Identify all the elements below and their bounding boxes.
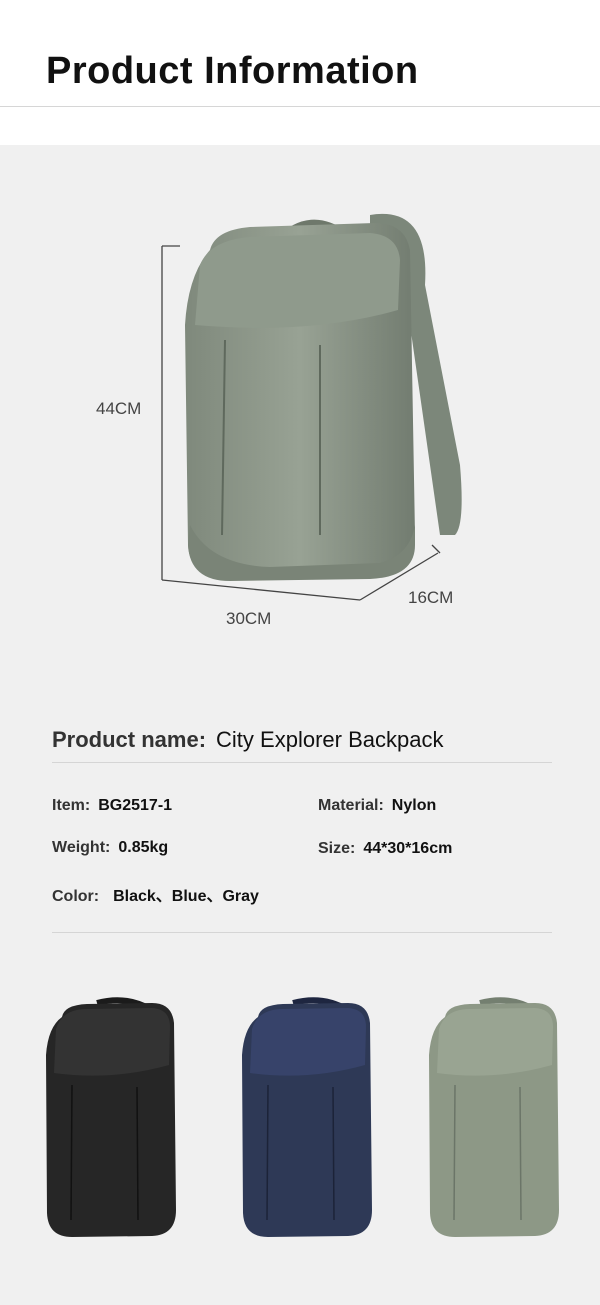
page-header: Product Information bbox=[0, 0, 600, 107]
color-value: Black、Blue、Gray bbox=[113, 888, 259, 905]
material-value: Nylon bbox=[391, 797, 437, 814]
item-label: Item: bbox=[52, 797, 91, 814]
weight-label: Weight: bbox=[52, 839, 111, 856]
weight-row: Weight: 0.85kg bbox=[52, 839, 168, 857]
header-band bbox=[0, 107, 600, 145]
divider bbox=[52, 762, 552, 763]
page-title: Product Information bbox=[46, 50, 419, 92]
item-row: Item: BG2517-1 bbox=[52, 797, 172, 815]
size-label: Size: bbox=[318, 840, 356, 857]
size-value: 44*30*16cm bbox=[363, 840, 453, 857]
product-name-value: City Explorer Backpack bbox=[216, 727, 444, 752]
color-row: Color: Black、Blue、Gray bbox=[52, 882, 259, 906]
blue-backpack-image bbox=[242, 997, 372, 1237]
weight-value: 0.85kg bbox=[118, 839, 169, 856]
height-label: 44CM bbox=[96, 399, 142, 418]
depth-label: 16CM bbox=[408, 588, 454, 607]
dimension-illustration: 44CM 30CM 16CM bbox=[0, 145, 600, 675]
size-row: Size: 44*30*16cm bbox=[318, 840, 452, 858]
divider bbox=[52, 932, 552, 933]
gray-backpack-image bbox=[429, 997, 559, 1237]
black-backpack-image bbox=[46, 997, 176, 1237]
material-label: Material: bbox=[318, 797, 384, 814]
width-label: 30CM bbox=[226, 609, 272, 628]
item-value: BG2517-1 bbox=[98, 797, 173, 814]
product-name-label: Product name: bbox=[52, 727, 207, 752]
color-label: Color: bbox=[52, 888, 100, 905]
green-backpack-image bbox=[185, 213, 462, 581]
product-name-row: Product name: City Explorer Backpack bbox=[52, 727, 443, 753]
material-row: Material: Nylon bbox=[318, 797, 436, 815]
